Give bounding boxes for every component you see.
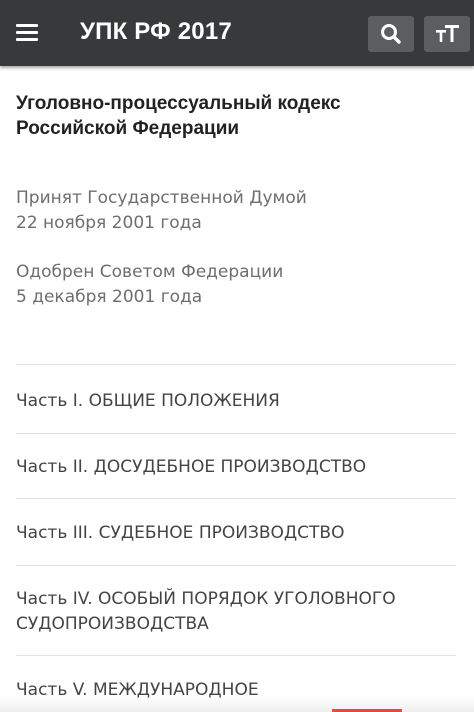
menu-button[interactable] — [12, 17, 44, 49]
approval-date: 5 декабря 2001 года — [16, 287, 203, 307]
search-button[interactable] — [368, 16, 414, 52]
adoption-body: Принят Государственной Думой — [16, 188, 307, 208]
text-size-icon — [436, 25, 459, 42]
part-item-label-continued: СУДОПРОИЗВОДСТВА — [16, 614, 209, 634]
divider — [16, 364, 456, 365]
part-item-label: Часть IV. ОСОБЫЙ ПОРЯДОК УГОЛОВНОГО — [16, 589, 396, 609]
part-item-label: Часть II. ДОСУДЕБНОЕ ПРОИЗВОДСТВО — [16, 457, 367, 477]
document-title-line: Уголовно-процессуальный кодекс — [16, 93, 341, 114]
document-title-line: Российской Федерации — [16, 118, 240, 139]
part-item-3[interactable]: Часть III. СУДЕБНОЕ ПРОИЗВОДСТВО — [16, 521, 456, 546]
app-bar: УПК РФ 2017 — [0, 0, 474, 66]
approval-info: Одобрен Советом Федерации 5 декабря 2001… — [16, 260, 456, 310]
adoption-date: 22 ноября 2001 года — [16, 213, 202, 233]
app-title: УПК РФ 2017 — [80, 18, 232, 45]
part-item-4[interactable]: Часть IV. ОСОБЫЙ ПОРЯДОК УГОЛОВНОГО СУДО… — [16, 587, 456, 637]
approval-body: Одобрен Советом Федерации — [16, 262, 284, 282]
divider — [16, 565, 456, 566]
scroll-fade — [0, 696, 474, 712]
part-item-label: Часть I. ОБЩИЕ ПОЛОЖЕНИЯ — [16, 391, 280, 411]
search-icon — [381, 24, 401, 44]
document-title: Уголовно-процессуальный кодекс Российско… — [16, 91, 456, 141]
adoption-info: Принят Государственной Думой 22 ноября 2… — [16, 186, 456, 236]
part-item-label: Часть III. СУДЕБНОЕ ПРОИЗВОДСТВО — [16, 523, 345, 543]
divider — [16, 498, 456, 499]
part-item-1[interactable]: Часть I. ОБЩИЕ ПОЛОЖЕНИЯ — [16, 389, 456, 414]
document-content[interactable]: Уголовно-процессуальный кодекс Российско… — [0, 66, 474, 712]
font-size-button[interactable] — [424, 16, 470, 52]
part-item-2[interactable]: Часть II. ДОСУДЕБНОЕ ПРОИЗВОДСТВО — [16, 455, 456, 480]
divider — [16, 655, 456, 656]
divider — [16, 433, 456, 434]
